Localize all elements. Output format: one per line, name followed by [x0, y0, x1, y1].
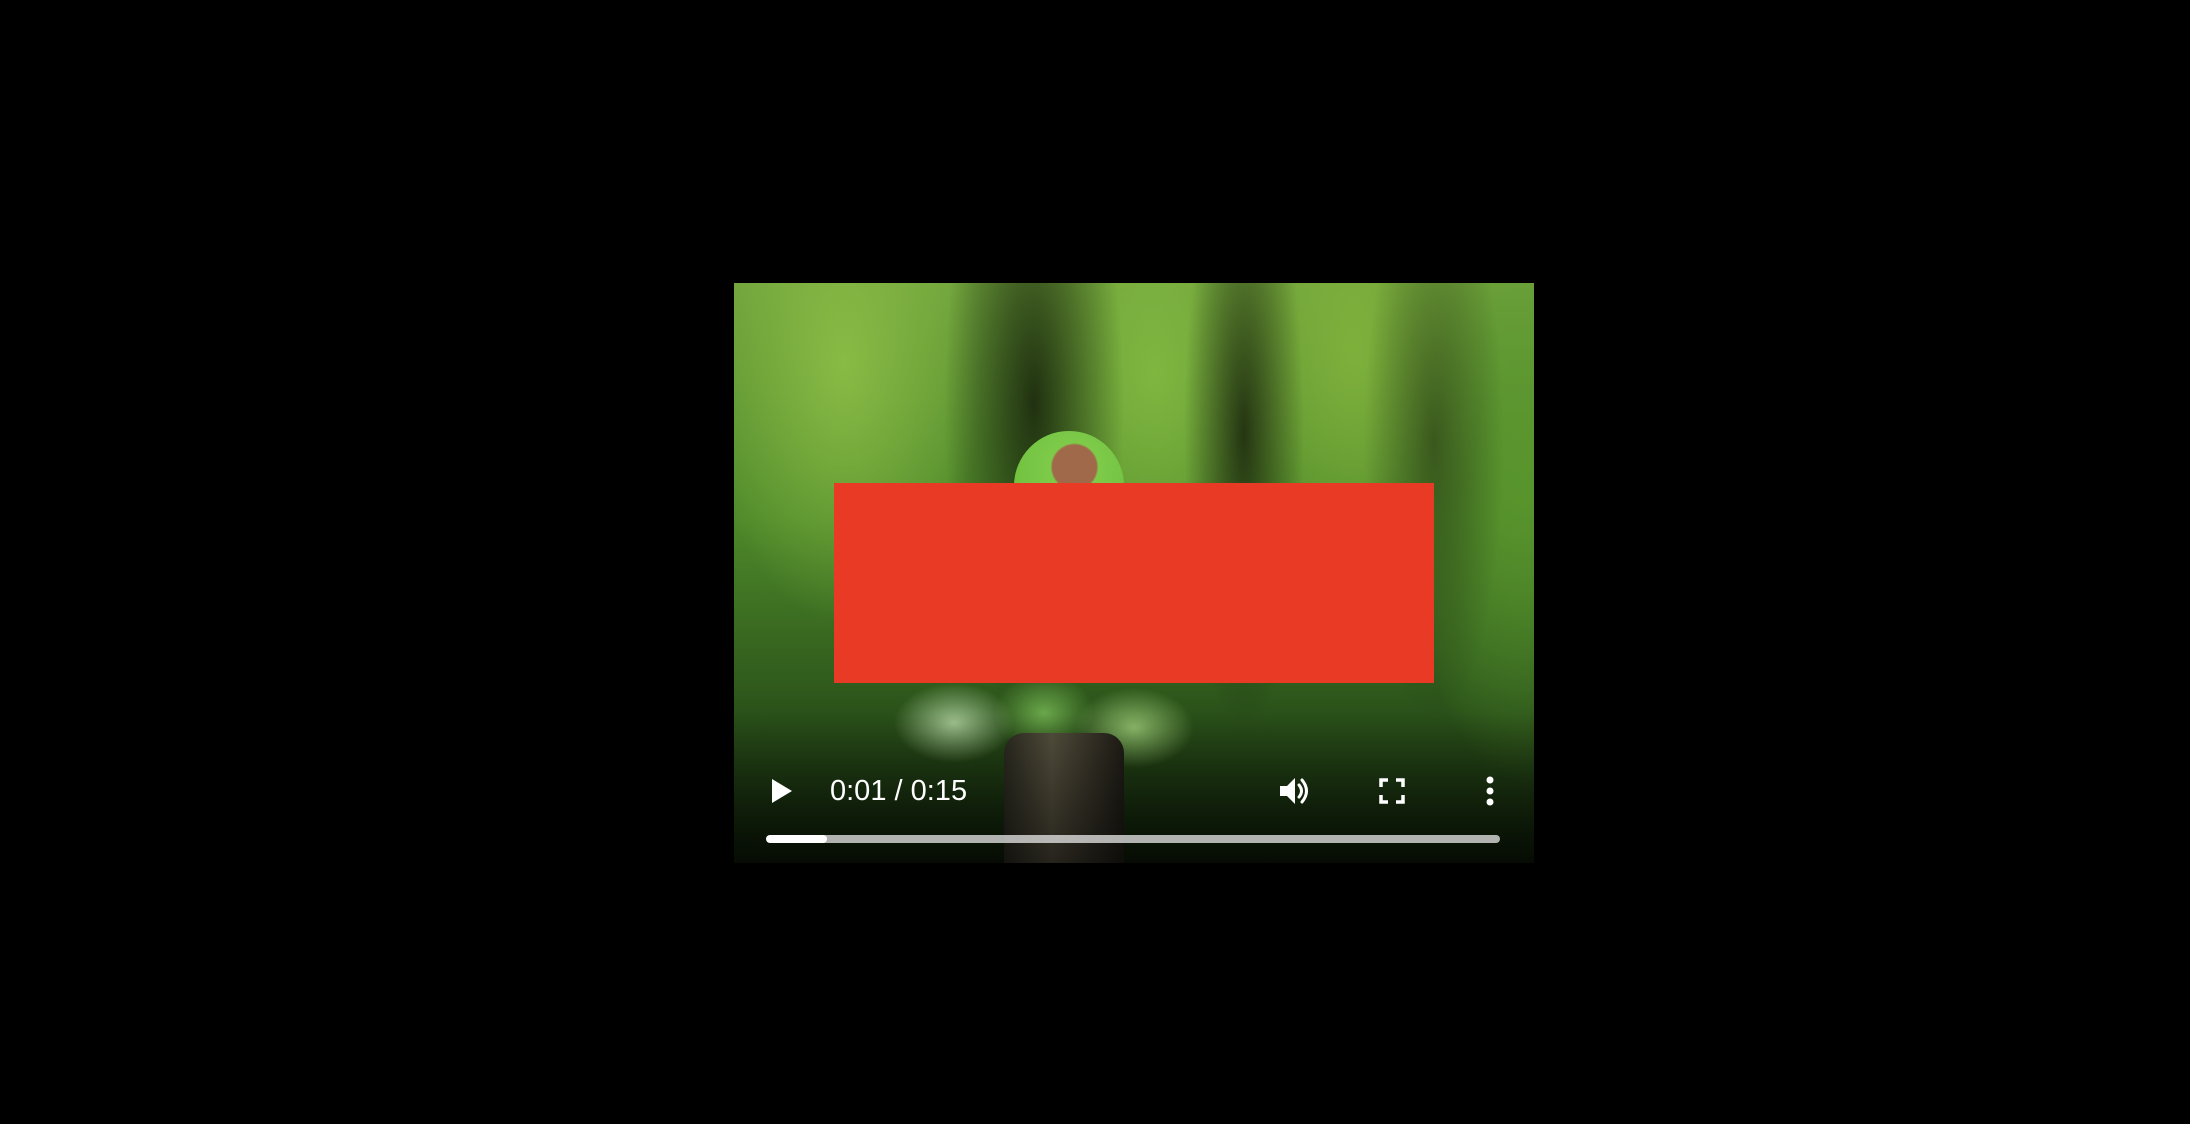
play-icon	[772, 779, 792, 803]
current-time: 0:01	[830, 775, 887, 807]
more-options-button[interactable]	[1470, 771, 1510, 811]
fullscreen-button[interactable]	[1372, 771, 1412, 811]
progress-bar[interactable]	[766, 835, 1500, 843]
volume-icon	[1280, 778, 1308, 804]
volume-button[interactable]	[1272, 769, 1316, 813]
page: 0:01 / 0:15	[0, 0, 2190, 1124]
fullscreen-icon	[1379, 778, 1405, 804]
more-options-icon	[1486, 776, 1494, 806]
redaction-box	[834, 483, 1434, 683]
time-display: 0:01 / 0:15	[830, 774, 967, 808]
time-separator: /	[886, 775, 911, 807]
video-player[interactable]: 0:01 / 0:15	[734, 283, 1534, 863]
play-button[interactable]	[762, 771, 802, 811]
progress-fill	[766, 835, 827, 843]
duration: 0:15	[910, 775, 968, 807]
